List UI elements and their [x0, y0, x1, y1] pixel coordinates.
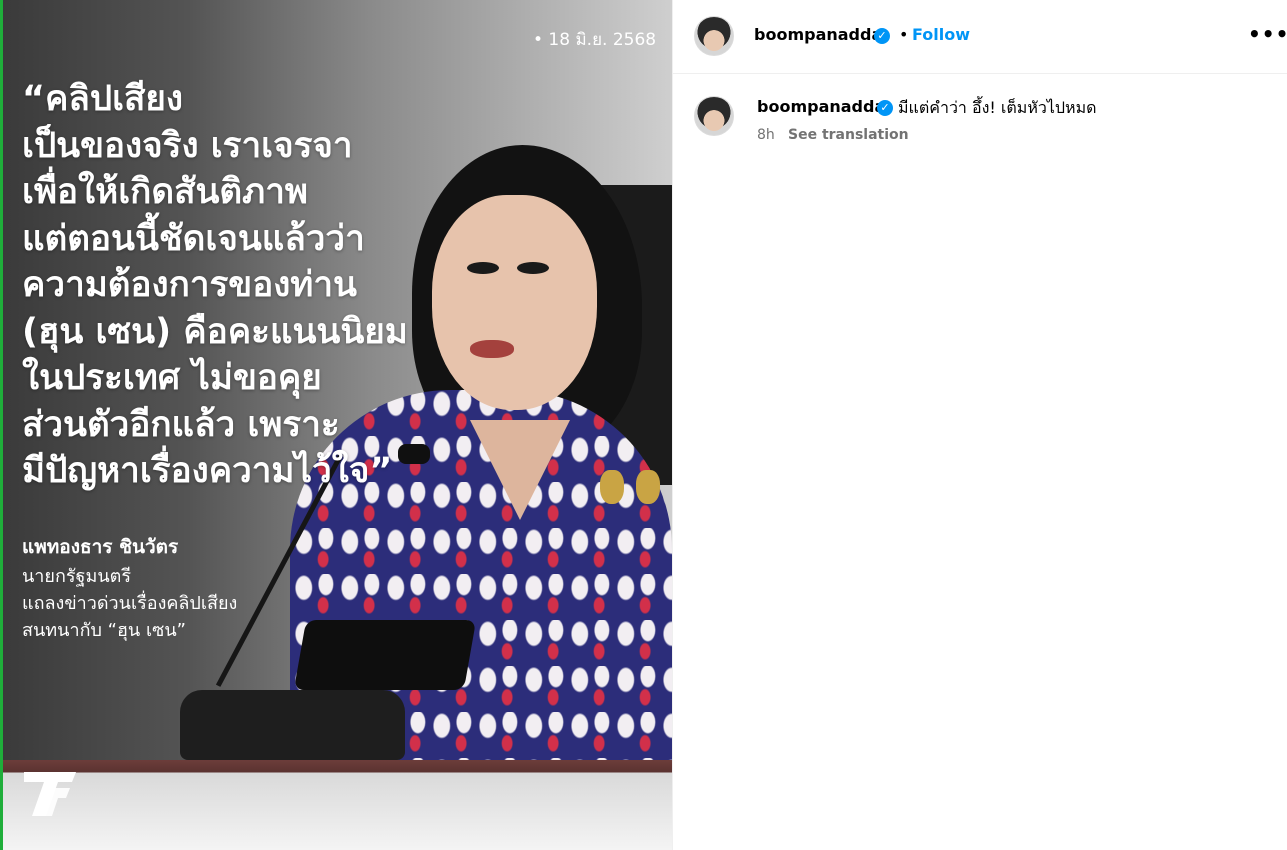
- verified-badge-icon: ✓: [877, 100, 893, 116]
- more-options-icon[interactable]: •••: [1248, 24, 1287, 44]
- quote-line: มีปัญหาเรื่องความไว้ใจ”: [22, 451, 393, 491]
- quote-line: ส่วนตัวอีกแล้ว เพราะ: [22, 404, 340, 445]
- follow-button[interactable]: Follow: [912, 25, 970, 44]
- author-info-line: สนทนากับ “ฮุน เซน”: [22, 620, 186, 641]
- post-image[interactable]: • 18 มิ.ย. 2568 “คลิปเสียง เป็นของจริง เ…: [0, 0, 672, 850]
- brooch-shape: [636, 470, 660, 504]
- headline-quote: “คลิปเสียง เป็นของจริง เราเจรจา เพื่อให้…: [22, 76, 442, 495]
- desk-shape: [0, 760, 672, 850]
- post-time[interactable]: 8h: [757, 127, 775, 143]
- quote-line: เป็นของจริง เราเจรจา: [22, 125, 353, 166]
- brand-edge-stripe: [0, 0, 3, 850]
- thairath-logo-icon: [24, 772, 76, 816]
- quote-line: (ฮุน เซน) คือคะแนนนิยม: [22, 311, 408, 352]
- post-header: boompanadda ✓ • Follow •••: [673, 0, 1287, 74]
- post-details-panel: boompanadda ✓ • Follow ••• boompanadda ✓…: [672, 0, 1287, 850]
- author-info-line: แถลงข่าวด่วนเรื่องคลิปเสียง: [22, 593, 238, 614]
- author-info-line: นายกรัฐมนตรี: [22, 566, 131, 587]
- conference-unit-shape: [180, 690, 405, 760]
- avatar[interactable]: [694, 96, 734, 136]
- brooch-shape: [600, 470, 624, 504]
- quote-line: เพื่อให้เกิดสันติภาพ: [22, 172, 308, 212]
- tablet-shape: [293, 620, 477, 690]
- quote-line: ในประเทศ ไม่ขอคุย: [22, 358, 322, 398]
- header-separator: •: [899, 25, 909, 44]
- mouth-shape: [470, 340, 514, 358]
- author-name: แพทองธาร ชินวัตร: [22, 536, 179, 558]
- caption-text: มีแต่คำว่า อึ้ง! เต็มหัวไปหมด: [898, 98, 1097, 117]
- caption-username[interactable]: boompanadda: [757, 97, 885, 116]
- post-date: • 18 มิ.ย. 2568: [533, 30, 657, 50]
- eye-shape: [467, 262, 499, 274]
- quote-line: ความต้องการของท่าน: [22, 265, 357, 305]
- quote-line: “คลิปเสียง: [22, 79, 184, 119]
- avatar[interactable]: [694, 16, 734, 56]
- header-username[interactable]: boompanadda: [754, 25, 882, 44]
- eye-shape: [517, 262, 549, 274]
- verified-badge-icon: ✓: [874, 28, 890, 44]
- face-shape: [432, 195, 597, 410]
- quote-line: แต่ตอนนี้ชัดเจนแล้วว่า: [22, 218, 365, 259]
- see-translation-link[interactable]: See translation: [788, 127, 909, 143]
- author-info: นายกรัฐมนตรี แถลงข่าวด่วนเรื่องคลิปเสียง…: [22, 563, 237, 644]
- neckline-shape: [470, 420, 570, 520]
